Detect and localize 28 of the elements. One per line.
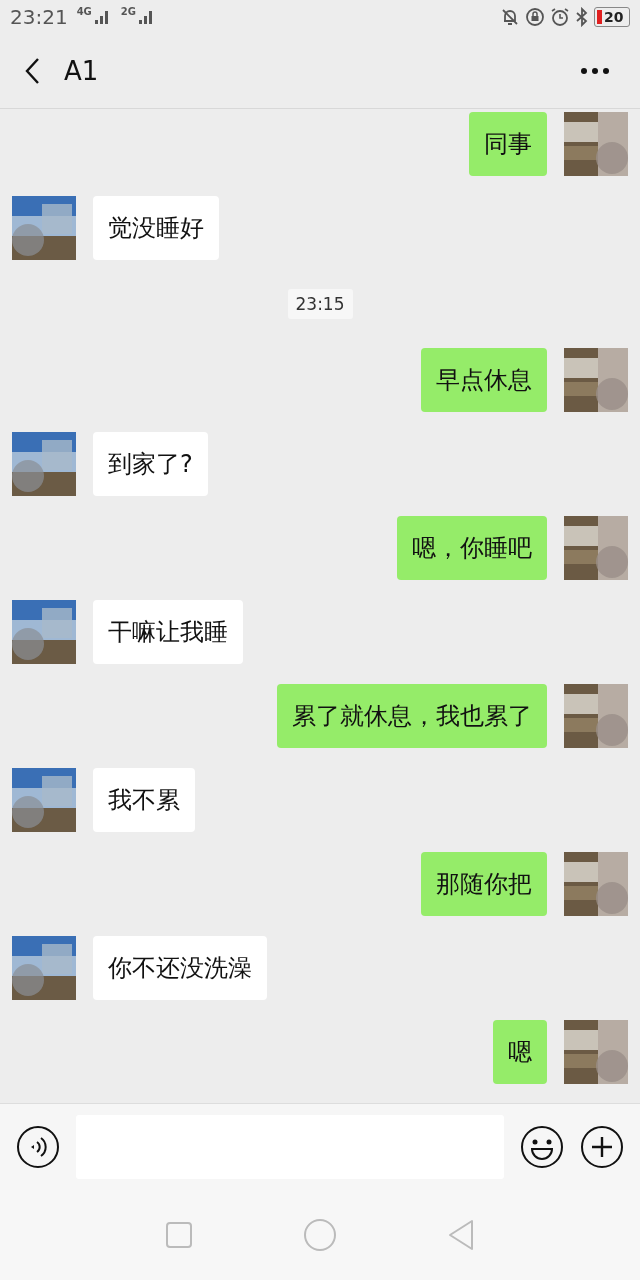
more-icon[interactable] bbox=[580, 67, 610, 75]
message-bubble: 你不还没洗澡 bbox=[93, 936, 267, 1000]
bell-off-icon bbox=[500, 7, 520, 27]
lock-icon bbox=[525, 7, 545, 27]
message-bubble: 那随你把 bbox=[421, 852, 547, 916]
message-bubble: 同事 bbox=[469, 112, 547, 176]
voice-icon[interactable] bbox=[16, 1125, 60, 1169]
message-bubble: 累了就休息，我也累了 bbox=[277, 684, 547, 748]
signal-icon bbox=[93, 9, 110, 25]
message-bubble: 到家了? bbox=[93, 432, 208, 496]
bluetooth-icon bbox=[575, 7, 589, 27]
message-bubble: 觉没睡好 bbox=[93, 196, 219, 260]
alarm-icon bbox=[550, 7, 570, 27]
chat-title: A1 bbox=[64, 56, 99, 86]
timestamp: 23:15 bbox=[287, 289, 353, 319]
battery-icon: 20 bbox=[594, 7, 630, 27]
message-bubble: 嗯，你睡吧 bbox=[397, 516, 547, 580]
signal-icon bbox=[138, 9, 154, 25]
message-bubble: 早点休息 bbox=[421, 348, 547, 412]
message-bubble: 我不累 bbox=[93, 768, 195, 832]
plus-icon[interactable] bbox=[580, 1125, 624, 1169]
message-bubble: 嗯 bbox=[493, 1020, 547, 1084]
network-label: 2G bbox=[120, 6, 136, 17]
message-bubble: 干嘛让我睡 bbox=[93, 600, 243, 664]
emoji-icon[interactable] bbox=[520, 1125, 564, 1169]
network-label: 4G bbox=[76, 6, 92, 17]
status-time: 23:21 bbox=[10, 5, 68, 29]
back-icon[interactable] bbox=[24, 57, 40, 85]
